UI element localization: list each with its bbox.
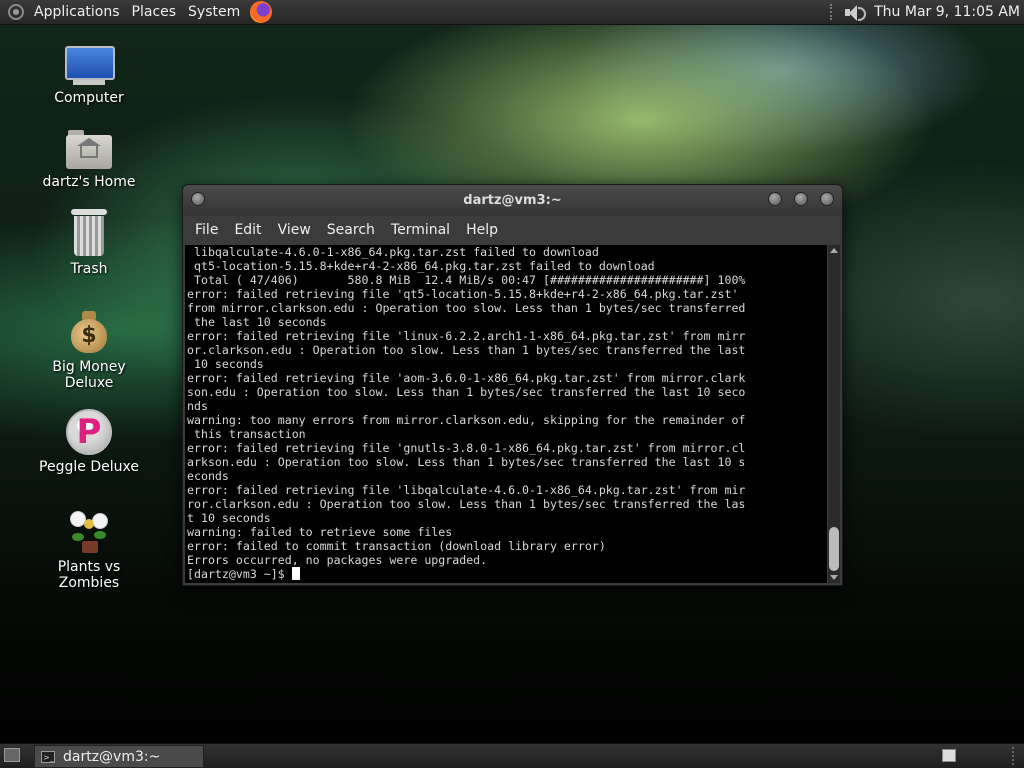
show-desktop-icon[interactable] xyxy=(4,748,20,762)
workspace-switcher-icon[interactable] xyxy=(942,749,956,762)
terminal-line: warning: failed to retrieve some files xyxy=(187,525,453,539)
computer-icon xyxy=(65,46,115,86)
terminal-output[interactable]: libqalculate-4.6.0-1-x86_64.pkg.tar.zst … xyxy=(185,245,827,583)
menu-terminal[interactable]: Terminal xyxy=(383,222,458,238)
terminal-scrollbar[interactable] xyxy=(828,245,840,583)
terminal-line: qt5-location-5.15.8+kde+r4-2-x86_64.pkg.… xyxy=(187,259,655,273)
terminal-line: warning: too many errors from mirror.cla… xyxy=(187,413,746,427)
plants-vs-zombies-icon xyxy=(66,509,112,555)
terminal-line: error: failed to commit transaction (dow… xyxy=(187,539,606,553)
desktop-icon-computer[interactable]: Computer xyxy=(29,46,149,106)
applications-menu[interactable]: Applications xyxy=(28,0,126,24)
menu-help[interactable]: Help xyxy=(458,222,506,238)
prompt-text: [dartz@vm3 ~]$ xyxy=(187,567,292,581)
terminal-line: error: failed retrieving file 'qt5-locat… xyxy=(187,287,739,301)
terminal-line: error: failed retrieving file 'gnutls-3.… xyxy=(187,441,746,455)
clock[interactable]: Thu Mar 9, 11:05 AM xyxy=(874,4,1020,20)
scroll-up-icon[interactable] xyxy=(830,248,838,253)
window-title: dartz@vm3:~ xyxy=(463,193,562,208)
terminal-line: ror.clarkson.edu : Operation too slow. L… xyxy=(187,497,746,511)
panel-grip xyxy=(830,4,836,20)
terminal-line: Errors occurred, no packages were upgrad… xyxy=(187,553,488,567)
menu-view[interactable]: View xyxy=(270,222,319,238)
minimize-icon[interactable] xyxy=(768,192,782,206)
taskbar-button-terminal[interactable]: >_ dartz@vm3:~ xyxy=(34,745,204,768)
terminal-menubar: File Edit View Search Terminal Help xyxy=(183,216,842,244)
desktop-icon-label: Trash xyxy=(70,261,108,277)
terminal-line: econds xyxy=(187,469,229,483)
terminal-line: or.clarkson.edu : Operation too slow. Le… xyxy=(187,343,746,357)
terminal-line: the last 10 seconds xyxy=(187,315,327,329)
maximize-icon[interactable] xyxy=(794,192,808,206)
desktop-icon-home[interactable]: dartz's Home xyxy=(29,130,149,190)
taskbar-button-label: dartz@vm3:~ xyxy=(63,748,161,765)
terminal-prompt[interactable]: [dartz@vm3 ~]$ xyxy=(187,567,827,581)
text-cursor xyxy=(291,567,300,580)
menu-edit[interactable]: Edit xyxy=(226,222,269,238)
desktop-icon-label: Peggle Deluxe xyxy=(39,459,139,475)
terminal-line: this transaction xyxy=(187,427,306,441)
terminal-line: 10 seconds xyxy=(187,357,264,371)
terminal-line: arkson.edu : Operation too slow. Less th… xyxy=(187,455,746,469)
desktop-icon-label: Plants vs Zombies xyxy=(57,559,121,591)
desktop-icon-label: dartz's Home xyxy=(42,174,136,190)
menu-file[interactable]: File xyxy=(187,222,226,238)
desktop-icon-label: Big Money Deluxe xyxy=(52,359,126,391)
terminal-icon: >_ xyxy=(41,750,55,763)
trash-icon xyxy=(69,209,109,257)
panel-grip xyxy=(1012,747,1016,765)
places-menu[interactable]: Places xyxy=(126,0,183,24)
desktop-icon-peggle[interactable]: P Peggle Deluxe xyxy=(29,409,149,475)
menu-search[interactable]: Search xyxy=(319,222,383,238)
terminal-line: libqalculate-4.6.0-1-x86_64.pkg.tar.zst … xyxy=(187,245,599,259)
terminal-line: t 10 seconds xyxy=(187,511,271,525)
distro-logo-icon[interactable] xyxy=(8,4,24,20)
terminal-window[interactable]: dartz@vm3:~ File Edit View Search Termin… xyxy=(182,184,843,586)
terminal-line: error: failed retrieving file 'libqalcul… xyxy=(187,483,746,497)
terminal-line: nds xyxy=(187,399,208,413)
firefox-launcher-icon[interactable] xyxy=(250,1,273,23)
peggle-icon: P xyxy=(66,409,112,455)
terminal-line: error: failed retrieving file 'linux-6.2… xyxy=(187,329,746,343)
terminal-text: libqalculate-4.6.0-1-x86_64.pkg.tar.zst … xyxy=(185,245,827,581)
top-panel-tray: Thu Mar 9, 11:05 AM xyxy=(830,0,1024,24)
terminal-line: son.edu : Operation too slow. Less than … xyxy=(187,385,746,399)
terminal-line: Total ( 47/406) 580.8 MiB 12.4 MiB/s 00:… xyxy=(187,273,746,287)
top-panel: Applications Places System Thu Mar 9, 11… xyxy=(0,0,1024,25)
bottom-panel: >_ dartz@vm3:~ xyxy=(0,743,1024,768)
desktop-icon-label: Computer xyxy=(54,90,124,106)
terminal-line: error: failed retrieving file 'aom-3.6.0… xyxy=(187,371,746,385)
home-folder-icon xyxy=(66,130,112,170)
desktop-icon-pvz[interactable]: Plants vs Zombies xyxy=(29,509,149,591)
close-icon[interactable] xyxy=(820,192,834,206)
scroll-down-icon[interactable] xyxy=(830,575,838,580)
volume-icon[interactable] xyxy=(844,3,867,21)
desktop-icon-big-money[interactable]: $ Big Money Deluxe xyxy=(29,309,149,391)
terminal-line: from mirror.clarkson.edu : Operation too… xyxy=(187,301,746,315)
window-titlebar[interactable]: dartz@vm3:~ xyxy=(183,185,842,216)
scrollbar-thumb[interactable] xyxy=(829,527,839,571)
money-bag-icon: $ xyxy=(69,309,109,355)
system-menu[interactable]: System xyxy=(182,0,246,24)
desktop-icon-trash[interactable]: Trash xyxy=(29,209,149,277)
